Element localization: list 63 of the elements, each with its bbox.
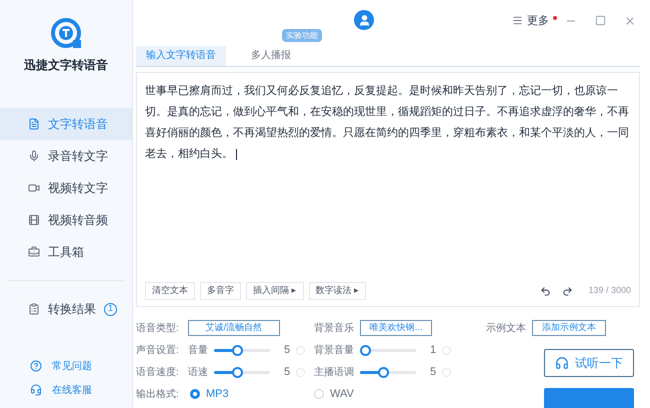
music-select[interactable]: 唯美欢快钢...	[360, 320, 432, 336]
undo-icon[interactable]	[540, 286, 552, 296]
results-count: 1	[104, 302, 117, 316]
slider-label: 背景音量	[314, 344, 354, 358]
experimental-badge: 实验功能	[282, 29, 322, 42]
slider-thumb[interactable]	[378, 366, 389, 378]
nav-icon	[28, 182, 40, 194]
preview-button[interactable]: 试听一下	[544, 349, 634, 377]
format-radio[interactable]: WAV	[314, 386, 354, 402]
char-counter: 139 / 3000	[588, 284, 631, 298]
sidebar-item[interactable]: 视频转文字	[0, 172, 132, 204]
slider-reading: 5	[284, 342, 290, 358]
nav-icon	[28, 150, 40, 162]
tool-button[interactable]: 插入间隔 ▸	[246, 282, 304, 300]
slider-label: 音量	[188, 344, 208, 358]
help-link[interactable]: 在线客服	[52, 382, 92, 398]
results-icon	[28, 303, 40, 315]
text-editor[interactable]: 世事早已擦肩而过，我们又何必反复追忆，反复提起。是时候和昨天告别了，忘记一切，也原谅一切。是真的忘记，做到心平气和，在安稳的现世里，循规蹈矩的过日子。不再追求虚浮的奢华，不再喜好俏丽的颜色，不再渴望热烈的爱情。只愿在简约的四季里，穿粗布素衣，和某个平淡的人，一同老去，相约白头。 清空文本 多音字 插入间隔 ▸ 数字读法 ▸ 139 / 3000	[136, 72, 640, 307]
slider-reading: 5	[430, 364, 436, 380]
results-link[interactable]: 转换结果	[48, 300, 96, 318]
setting-label: 示例文本	[486, 322, 526, 336]
nav-icon	[28, 118, 40, 130]
sidebar-item[interactable]: 录音转文字	[0, 140, 132, 172]
slider[interactable]	[360, 344, 416, 356]
slider-thumb[interactable]	[232, 366, 243, 378]
logo-icon	[51, 18, 81, 48]
menu-icon[interactable]	[512, 15, 523, 26]
help-icon	[30, 360, 42, 372]
slider-reading: 5	[284, 364, 290, 380]
help-link[interactable]: 常见问题	[52, 358, 92, 374]
maximize-icon[interactable]	[595, 15, 606, 26]
slider-thumb[interactable]	[232, 344, 243, 356]
more-menu[interactable]: 更多	[527, 12, 549, 30]
nav-icon	[28, 214, 40, 226]
slider-reading: 1	[430, 342, 436, 358]
setting-label: 输出格式:	[136, 388, 180, 402]
voice-select[interactable]: 艾诚/流畅自然	[188, 320, 280, 336]
nav-icon	[28, 246, 40, 258]
slider[interactable]	[214, 366, 270, 378]
close-icon[interactable]	[624, 14, 636, 27]
sidebar-item[interactable]: 工具箱	[0, 236, 132, 268]
setting-label: 语音速度:	[136, 366, 180, 380]
sidebar-item[interactable]: 视频转音频	[0, 204, 132, 236]
setting-label: 语音类型:	[136, 322, 180, 336]
format-radio[interactable]: MP3	[190, 386, 229, 402]
avatar-icon[interactable]	[354, 10, 374, 30]
sample-text-button[interactable]: 添加示例文本	[532, 320, 606, 336]
tool-button[interactable]: 数字读法 ▸	[308, 282, 366, 300]
setting-label: 声音设置:	[136, 344, 180, 358]
slider-label: 语速	[188, 366, 208, 380]
redo-icon[interactable]	[562, 286, 574, 296]
tab[interactable]: 多人播报	[226, 46, 316, 66]
editor-text: 世事早已擦肩而过，我们又何必反复追忆，反复提起。是时候和昨天告别了，忘记一切，也原谅一切。是真的忘记，做到心平气和，在安稳的现世里，循规蹈矩的过日子。不再追求虚浮的奢华，不再喜好俏丽的颜色，不再渴望热烈的爱情。只愿在简约的四季里，穿粗布素衣，和某个平淡的人，一同老去，相约白头。	[145, 84, 630, 162]
slider-label: 主播语调	[314, 366, 354, 380]
slider-thumb[interactable]	[360, 344, 371, 356]
app-title: 迅捷文字转语音	[24, 57, 108, 74]
slider[interactable]	[360, 366, 416, 378]
setting-label: 背景音乐	[314, 322, 354, 336]
tool-button[interactable]: 清空文本	[145, 282, 195, 300]
tool-button[interactable]: 多音字	[200, 282, 241, 300]
slider[interactable]	[214, 344, 270, 356]
headset-icon	[30, 384, 42, 396]
headphones-icon	[555, 356, 569, 370]
